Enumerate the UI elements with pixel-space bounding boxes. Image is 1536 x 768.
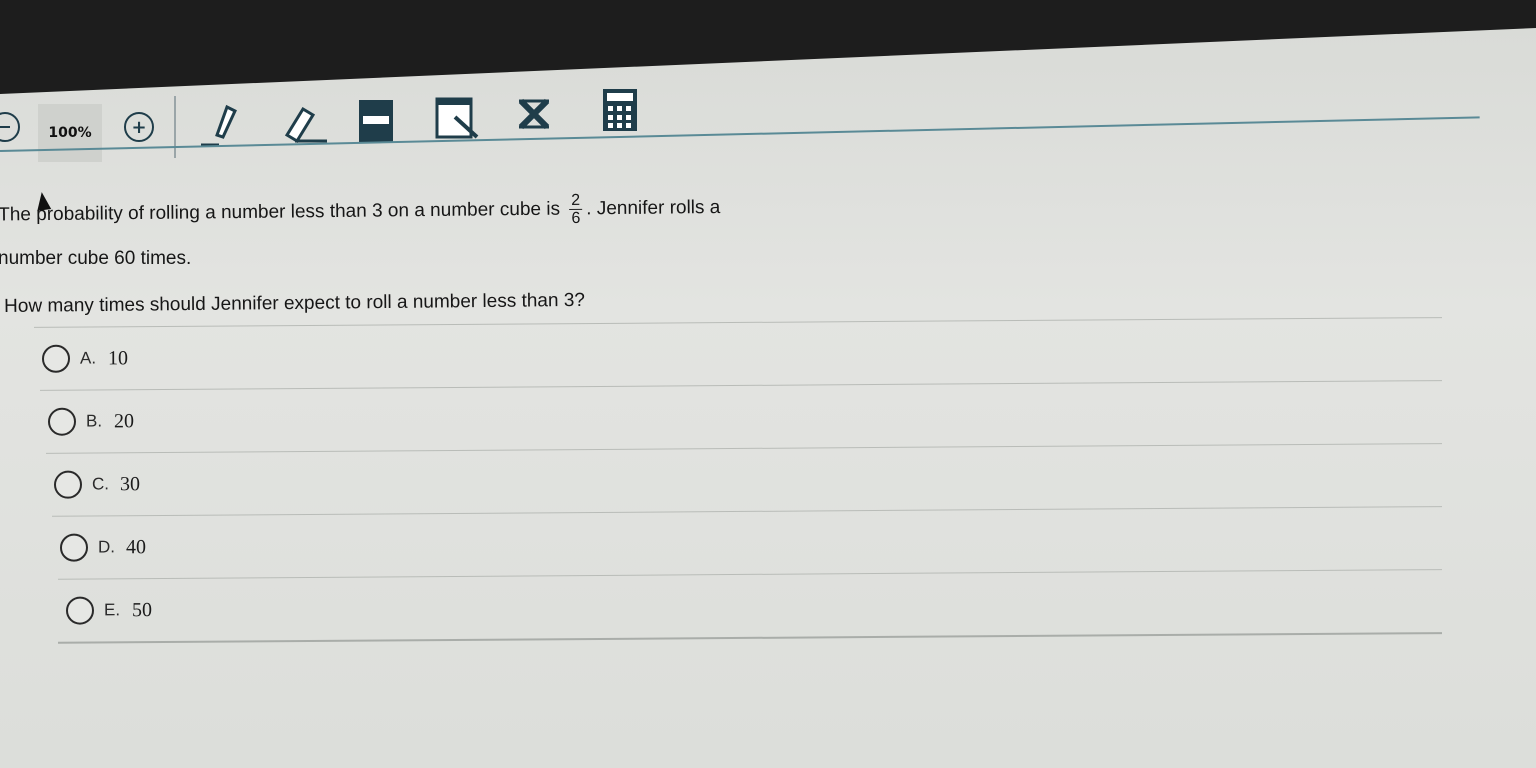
question-text-start: The probability of rolling a number less… [0,198,561,226]
choice-text: 50 [132,598,152,621]
probability-fraction: 2 6 [569,191,583,227]
test-screen: 100% + The probability of rolling a numb… [0,28,1536,768]
choice-c[interactable]: C. 30 [46,443,1442,516]
radio-button[interactable] [60,533,88,562]
calculator-icon[interactable] [600,86,640,134]
choice-letter: A. [80,348,97,368]
highlighter-icon[interactable] [196,100,246,150]
radio-button[interactable] [48,407,76,436]
choice-e[interactable]: E. 50 [58,569,1442,644]
fraction-numerator: 2 [569,191,583,211]
notepad-icon[interactable] [432,94,482,144]
choice-a[interactable]: A. 10 [34,317,1442,390]
choice-text: 10 [108,346,128,369]
fraction-denominator: 6 [571,209,581,227]
radio-button[interactable] [66,596,94,625]
choice-letter: C. [92,474,109,494]
mouse-cursor [34,191,52,211]
choice-text: 30 [120,472,140,495]
answer-choices: A. 10 B. 20 C. 30 D. 40 E. 50 [30,317,1442,663]
choice-letter: E. [104,600,121,620]
question-prompt: How many times should Jennifer expect to… [4,289,586,317]
question-text-end: . Jennifer rolls a [586,196,721,220]
choice-letter: D. [98,537,115,557]
radio-button[interactable] [54,470,82,499]
toolbar-divider [174,96,176,158]
zoom-level: 100% [38,104,102,162]
choice-text: 20 [114,409,134,432]
zoom-in-icon[interactable]: + [124,112,154,142]
line-reader-icon[interactable] [356,98,396,144]
radio-button[interactable] [42,344,70,373]
choice-letter: B. [86,411,103,431]
question-line-1: The probability of rolling a number less… [0,190,721,233]
question-line-2: number cube 60 times. [0,248,192,269]
choice-b[interactable]: B. 20 [40,380,1442,453]
answer-eliminator-icon[interactable] [514,94,554,134]
choice-text: 40 [126,535,146,558]
choice-d[interactable]: D. 40 [52,506,1442,579]
